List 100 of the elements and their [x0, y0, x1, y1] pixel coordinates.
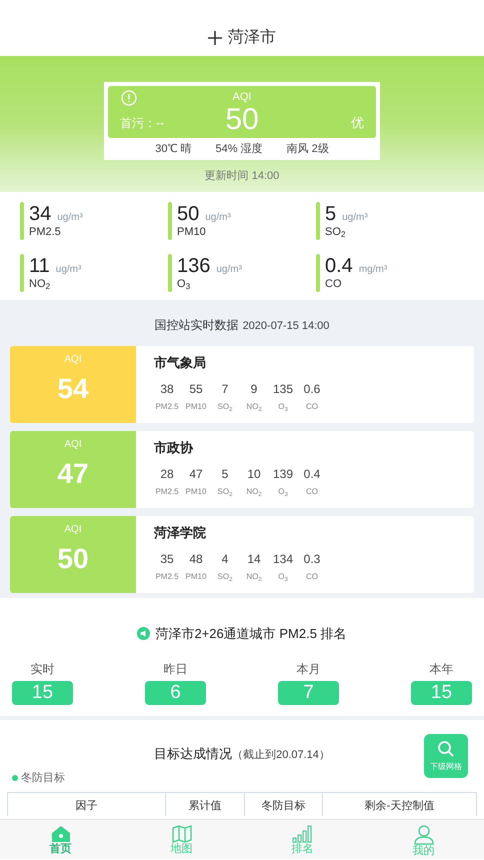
aqi-value: 50: [225, 103, 259, 137]
column-header: 剩余-天控制值: [322, 793, 476, 816]
level-bar: [168, 202, 172, 240]
section-title: 国控站实时数据: [154, 317, 239, 334]
reading-label: PM10: [186, 401, 206, 413]
reading-label: NO$_{2}$: [246, 486, 262, 498]
rank-value: 7: [278, 680, 339, 704]
reading-value: 5: [222, 466, 228, 483]
reading-label: CO: [306, 571, 318, 583]
period-label: 昨日: [164, 660, 188, 678]
map-icon: [172, 825, 192, 843]
pollutant-unit: ug/m³: [205, 211, 231, 225]
pollutant-unit: ug/m³: [56, 262, 82, 276]
reading-value: 38: [160, 381, 174, 398]
pollutant-name: NO$_{2}$: [29, 278, 52, 290]
city-title: 菏泽市: [228, 28, 276, 48]
aqi-value: 47: [57, 458, 89, 490]
pollutant-name: SO$_{2}$: [325, 226, 346, 239]
reading-label: PM10: [186, 571, 206, 583]
reading-label: O$_{3}$: [278, 486, 288, 498]
period-label: 实时: [30, 660, 54, 678]
ranking-title: 菏泽市2+26通道城市 PM2.5 排名: [155, 625, 347, 643]
update-time: 更新时间 14:00: [204, 168, 280, 184]
level-bar: [168, 254, 172, 292]
reading-value: 134: [272, 551, 294, 568]
pollutant-value: 136: [177, 254, 210, 278]
reading-label: PM2.5: [155, 401, 179, 413]
section-title: 目标达成情况: [154, 745, 232, 763]
reading-label: O$_{3}$: [278, 571, 288, 583]
reading-value: 0.4: [304, 466, 320, 483]
rank-value: 15: [12, 680, 73, 704]
nav-tab[interactable]: 首页: [0, 820, 121, 859]
pollutant-value: 34: [29, 202, 52, 226]
signal-bars-icon: [292, 825, 314, 843]
rank-value: 15: [411, 680, 472, 704]
legend-label: 冬防目标: [21, 770, 65, 786]
pollutant-unit: ug/m³: [342, 211, 368, 225]
reading-label: SO$_{2}$: [218, 571, 232, 583]
reading-label: O$_{3}$: [278, 401, 288, 413]
data-time: 2020-07-15 14:00: [242, 319, 330, 334]
level-bar: [316, 254, 320, 292]
aqi-label: AQI: [64, 522, 82, 536]
reading-label: NO$_{2}$: [246, 571, 262, 583]
pollutant-value: 11: [29, 254, 50, 278]
reading-label: CO: [306, 401, 318, 413]
rank-value: 6: [145, 680, 206, 704]
column-header: 累计值: [165, 793, 244, 816]
nav-tab[interactable]: 排名: [242, 820, 363, 859]
pollutant-unit: mg/m³: [358, 262, 388, 276]
subgrid-button[interactable]: 下级网格: [424, 734, 468, 778]
nav-tab[interactable]: 我的: [363, 820, 484, 859]
station-card[interactable]: AQI 54 市气象局 38 PM2.5 55 PM10 7 SO$_{2}$ 9 NO$_{2}$ 135 O$_{3}$ 0.6 CO: [10, 346, 474, 422]
weather-text: 南风 2级: [286, 142, 329, 157]
reading-label: NO$_{2}$: [246, 401, 262, 413]
reading-label: SO$_{2}$: [218, 401, 232, 413]
reading-value: 35: [160, 551, 174, 568]
reading-label: PM10: [186, 486, 206, 498]
person-icon: [414, 825, 434, 845]
reading-value: 139: [272, 466, 294, 483]
reading-value: 47: [189, 466, 203, 483]
reading-value: 7: [222, 381, 228, 398]
station-card[interactable]: AQI 47 市政协 28 PM2.5 47 PM10 5 SO$_{2}$ 10 NO$_{2}$ 139 O$_{3}$ 0.4 CO: [10, 430, 474, 508]
reading-label: PM2.5: [155, 486, 179, 498]
date-note: （截止到20.07.14）: [232, 748, 330, 763]
reading-value: 10: [247, 466, 261, 483]
pollutant-name: O$_{3}$: [177, 278, 192, 290]
weather-text: 30℃ 晴: [155, 142, 192, 157]
weather-text: 54% 湿度: [216, 142, 263, 157]
pollutant-name: PM10: [177, 226, 207, 239]
pollutant-unit: ug/m³: [216, 262, 242, 276]
level-bar: [20, 202, 24, 240]
period-label: 本月: [296, 660, 320, 678]
pollutant-name: CO: [325, 278, 342, 290]
aqi-grade: 优: [351, 114, 364, 132]
aqi-label: AQI: [64, 352, 82, 366]
reading-value: 4: [222, 551, 228, 568]
station-card[interactable]: AQI 50 菏泽学院 35 PM2.5 48 PM10 4 SO$_{2}$ 14 NO$_{2}$ 134 O$_{3}$ 0.3 CO: [10, 516, 474, 592]
reading-value: 0.6: [304, 381, 320, 398]
reading-label: CO: [306, 486, 318, 498]
reading-value: 28: [160, 466, 174, 483]
home-icon: [50, 825, 70, 843]
period-label: 本年: [430, 660, 454, 678]
level-bar: [316, 202, 320, 240]
pollutant-unit: ug/m³: [57, 211, 83, 225]
level-bar: [20, 254, 24, 292]
aqi-label: AQI: [64, 438, 82, 452]
aqi-label: AQI: [232, 90, 252, 105]
add-icon[interactable]: [208, 31, 222, 45]
column-header: 冬防目标: [244, 793, 322, 816]
reading-value: 48: [189, 551, 203, 568]
station-name: 市气象局: [154, 354, 207, 372]
primary-pollutant: 首污：--: [120, 115, 164, 132]
station-name: 菏泽学院: [154, 524, 207, 542]
reading-value: 14: [247, 551, 261, 568]
aqi-value: 54: [57, 372, 89, 404]
reading-value: 0.3: [304, 551, 320, 568]
nav-tab[interactable]: 地图: [121, 820, 242, 859]
column-header: 因子: [74, 799, 98, 814]
reading-value: 55: [189, 381, 203, 398]
aqi-value: 50: [57, 542, 89, 574]
